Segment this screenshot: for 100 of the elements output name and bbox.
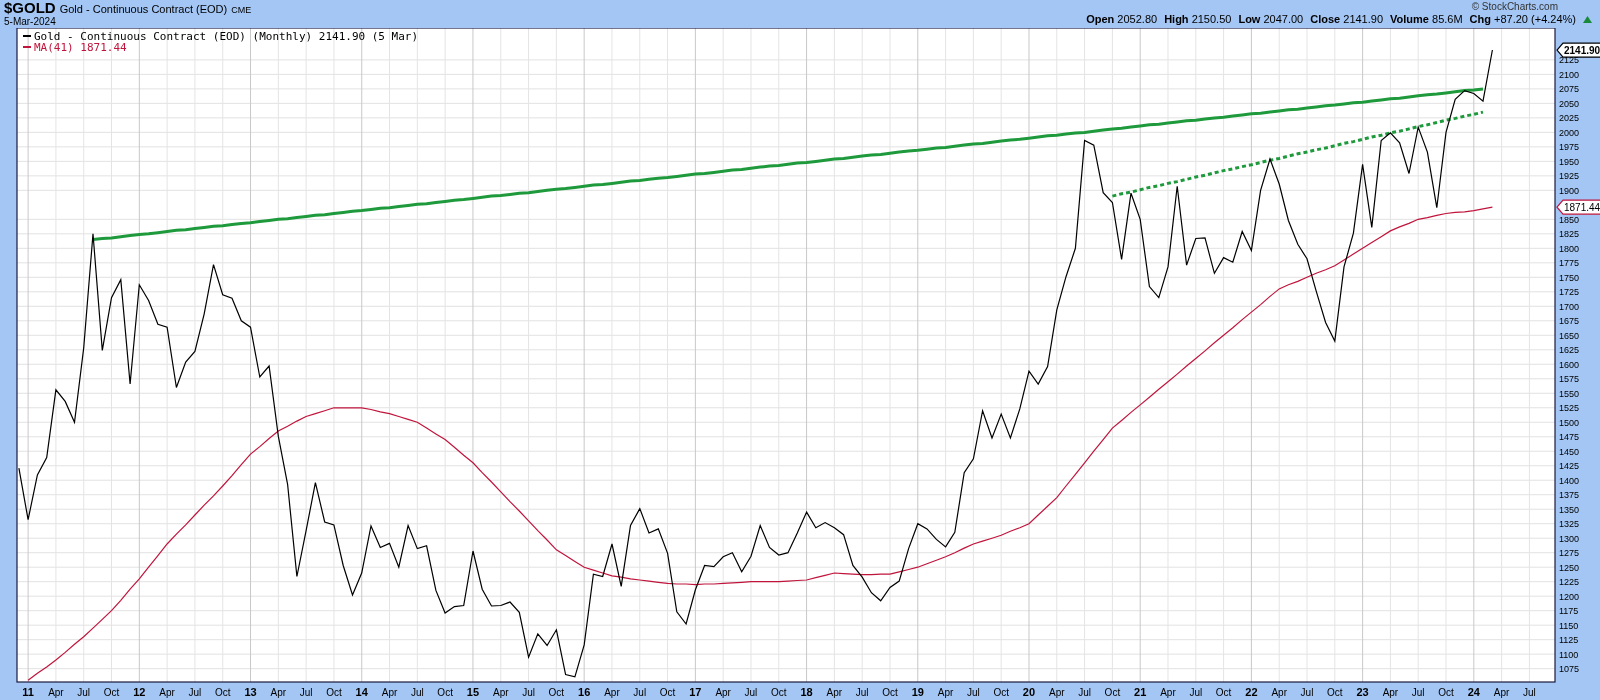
axis-tick-label: Jul	[77, 687, 91, 698]
axis-tick-label: 2100	[1559, 69, 1580, 80]
axis-tick-label: 1950	[1559, 156, 1580, 167]
axis-tick-label: Jul	[633, 687, 647, 698]
axis-tick-label: 1700	[1559, 301, 1580, 312]
axis-tick-label: Jul	[299, 687, 313, 698]
axis-tick-label: Jul	[855, 687, 869, 698]
axis-tick-label: Jul	[744, 687, 758, 698]
axis-tick-label: Jul	[1078, 687, 1091, 698]
price-tag: 2141.90	[1556, 42, 1600, 58]
axis-tick-label: Jul	[188, 687, 202, 698]
axis-tick-label: Apr	[715, 687, 731, 698]
axis-tick-label: 1075	[1559, 664, 1580, 675]
axis-tick-label: Jul	[410, 687, 424, 698]
axis-tick-label: 12	[133, 686, 146, 698]
axis-tick-label: Jul	[1189, 687, 1203, 698]
axis-tick-label: 1250	[1559, 562, 1580, 573]
axis-tick-label: 1600	[1559, 359, 1580, 370]
axis-tick-label: 1650	[1559, 330, 1580, 341]
axis-tick-label: 1525	[1559, 403, 1580, 414]
change-stat: Chg +87.20 (+4.24%)	[1469, 13, 1576, 26]
axis-tick-label: Apr	[48, 687, 64, 698]
axis-tick-label: 2050	[1559, 98, 1580, 109]
axis-tick-label: 1825	[1559, 229, 1580, 240]
axis-tick-label: 1550	[1559, 388, 1580, 399]
axis-tick-label: 1625	[1559, 345, 1580, 356]
axis-tick-label: 24	[1467, 686, 1480, 698]
axis-tick-label: Oct	[1327, 687, 1343, 698]
axis-tick-label: Jul	[967, 687, 980, 698]
axis-tick-label: 19	[911, 686, 924, 698]
axis-tick-label: 22	[1245, 686, 1258, 698]
axis-tick-label: Jul	[522, 687, 535, 698]
legend-label: MA(41) 1871.44	[34, 41, 127, 54]
legend-label: Gold - Continuous Contract (EOD) (Monthly) 2141.90 (5 Mar)	[34, 30, 419, 43]
chart-date: 5-Mar-2024	[4, 16, 57, 27]
axis-tick-label: 1325	[1559, 519, 1580, 530]
axis-tick-label: 1900	[1559, 185, 1580, 196]
axis-tick-label: 1975	[1559, 142, 1580, 153]
axis-tick-label: Apr	[937, 687, 954, 698]
axis-tick-label: 1375	[1559, 490, 1580, 501]
axis-tick-label: 2075	[1559, 84, 1580, 95]
axis-tick-label: Apr	[1160, 687, 1176, 698]
axis-tick-label: 17	[689, 686, 702, 698]
axis-tick-label: 1450	[1559, 446, 1580, 457]
price-stat: Volume 85.6M	[1390, 13, 1463, 26]
axis-tick-label: 1400	[1559, 475, 1580, 486]
axis-tick-label: 2000	[1559, 127, 1580, 138]
axis-tick-label: 1125	[1559, 635, 1579, 646]
axis-tick-label: 1725	[1559, 287, 1580, 298]
axis-tick-label: 20	[1022, 686, 1036, 698]
axis-tick-label: 1275	[1559, 548, 1580, 559]
axis-tick-label: Apr	[1271, 687, 1287, 698]
axis-tick-label: Jul	[1300, 687, 1314, 698]
axis-tick-label: Apr	[492, 687, 509, 698]
axis-tick-label: Oct	[103, 687, 120, 698]
axis-tick-label: Apr	[381, 687, 398, 698]
axis-tick-label: 1200	[1559, 591, 1580, 602]
axis-tick-label: 1850	[1559, 214, 1580, 225]
instrument-name: Gold - Continuous Contract (EOD)	[59, 2, 228, 17]
axis-tick-label: 13	[244, 686, 257, 698]
axis-tick-label: Oct	[993, 687, 1009, 698]
axis-tick-label: Apr	[604, 687, 620, 698]
up-triangle-icon	[1583, 16, 1592, 23]
axis-tick-label: 1775	[1559, 258, 1580, 269]
axis-tick-label: Apr	[1493, 687, 1510, 698]
axis-tick-label: 14	[355, 686, 368, 698]
axis-tick-label: 11	[22, 686, 34, 698]
axis-tick-label: Oct	[437, 687, 453, 698]
axis-tick-label: 21	[1134, 686, 1147, 698]
axis-tick-label: Oct	[659, 687, 676, 698]
price-stat: High 2150.50	[1164, 13, 1232, 26]
axis-tick-label: Apr	[826, 687, 843, 698]
price-stat: Low 2047.00	[1238, 13, 1304, 26]
axis-tick-label: 1175	[1559, 606, 1579, 617]
axis-tick-label: 1100	[1559, 649, 1579, 660]
price-stat: Open 2052.80	[1086, 13, 1158, 26]
axis-tick-label: Oct	[1215, 687, 1232, 698]
axis-tick-label: 1150	[1559, 620, 1579, 631]
axis-tick-label: 1575	[1559, 374, 1580, 385]
axis-tick-label: 1800	[1559, 243, 1580, 254]
axis-tick-label: 1425	[1559, 461, 1580, 472]
axis-tick-label: Oct	[326, 687, 342, 698]
axis-tick-label: Oct	[1438, 687, 1454, 698]
exchange-label: CME	[231, 4, 252, 17]
axis-tick-label: 1675	[1559, 316, 1580, 327]
ticker-symbol: $GOLD	[4, 0, 56, 16]
copyright-text: © StockCharts.com	[1471, 1, 1558, 13]
price-stat: Close 2141.90	[1310, 13, 1384, 26]
axis-tick-label: 18	[800, 686, 813, 698]
axis-tick-label: 16	[578, 686, 591, 698]
axis-tick-label: Apr	[1382, 687, 1399, 698]
axis-tick-label: Oct	[548, 687, 565, 698]
axis-tick-label: 2025	[1559, 113, 1580, 124]
axis-tick-label: 1300	[1559, 533, 1580, 544]
axis-tick-label: Jul	[1411, 687, 1425, 698]
axis-tick-label: 1475	[1559, 432, 1580, 443]
axis-tick-label: Apr	[270, 687, 287, 698]
axis-tick-label: 1225	[1559, 577, 1580, 588]
axis-tick-label: Oct	[882, 687, 898, 698]
axis-tick-label: 1500	[1559, 417, 1580, 428]
